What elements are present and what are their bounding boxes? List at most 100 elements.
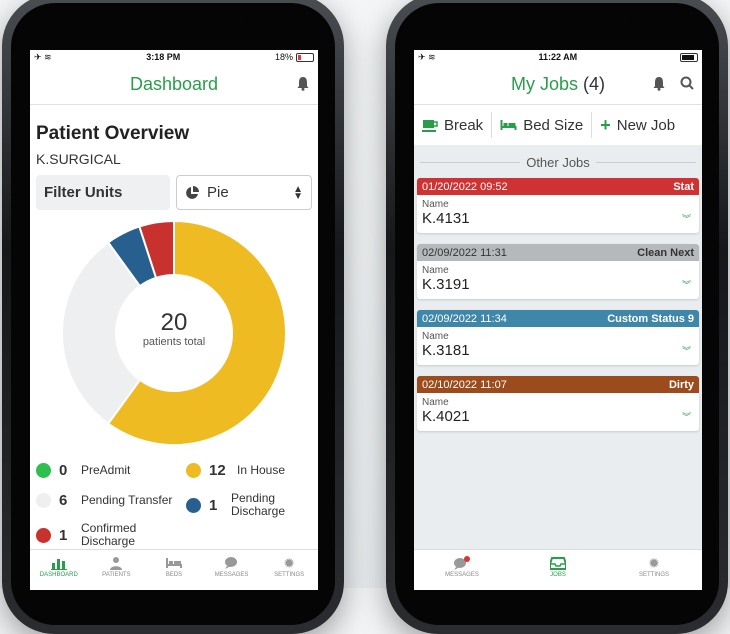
- chart-legend: 0 PreAdmit 12 In House 6 Pending Transfe…: [36, 462, 316, 552]
- break-label: Break: [444, 116, 484, 134]
- break-button[interactable]: Break: [414, 105, 491, 145]
- job-name: K.3181: [422, 342, 470, 359]
- job-card-header: 02/10/2022 11:07 Dirty: [417, 376, 699, 393]
- plus-icon: +: [600, 114, 611, 135]
- tab-label: PATIENTS: [102, 572, 131, 578]
- person-icon: [110, 554, 123, 572]
- job-name-label: Name: [422, 331, 449, 342]
- job-name: K.4021: [422, 408, 470, 425]
- battery-icon: [680, 52, 698, 62]
- job-date: 02/09/2022 11:31: [422, 246, 507, 259]
- section-divider: [595, 162, 696, 163]
- tab-label: DASHBOARD: [39, 572, 78, 578]
- chat-bubbles-icon: [453, 554, 471, 572]
- nav-bar: Dashboard: [30, 64, 318, 105]
- legend-confirmed-discharge: 1 Confirmed Discharge: [36, 522, 186, 548]
- search-icon[interactable]: [680, 76, 694, 91]
- legend-dot: [36, 527, 51, 543]
- chart-type-value: Pie: [207, 184, 229, 201]
- chart-type-select[interactable]: Pie ▲ ▼: [176, 175, 312, 210]
- job-card-header: 01/20/2022 09:52 Stat: [417, 178, 699, 195]
- tab-beds[interactable]: BEDS: [146, 550, 202, 590]
- tab-label: SETTINGS: [638, 572, 669, 578]
- job-card[interactable]: 02/10/2022 11:07 Dirty Name K.4021 ︾: [417, 376, 699, 431]
- legend-pending-discharge: 1 Pending Discharge: [186, 492, 316, 518]
- overview-heading: Patient Overview: [36, 123, 190, 144]
- chevron-down-icon[interactable]: ︾: [682, 410, 691, 423]
- legend-count: 0: [59, 462, 68, 479]
- pie-chart-icon: [186, 185, 199, 199]
- signal-wifi-icon: ✈︎ ≋: [34, 51, 52, 62]
- legend-dot: [186, 463, 201, 478]
- job-status: Dirty: [668, 378, 694, 391]
- tab-label: JOBS: [550, 572, 566, 578]
- chevron-down-icon[interactable]: ︾: [682, 278, 691, 291]
- job-card-body: Name K.3181 ︾: [417, 327, 699, 365]
- tab-label: MESSAGES: [445, 572, 479, 578]
- legend-label-line: Discharge: [81, 534, 136, 548]
- filter-units-button[interactable]: Filter Units: [36, 175, 170, 210]
- status-time: 11:22 AM: [538, 52, 578, 62]
- battery-percent: 18%: [274, 52, 293, 62]
- legend-dot: [186, 497, 201, 513]
- battery-indicator: [680, 52, 698, 62]
- left-phone-frame: ✈︎ ≋ 3:18 PM 18% Dashboard Patient Overv…: [2, 0, 344, 634]
- job-status: Stat: [673, 180, 694, 193]
- legend-dot: [36, 463, 51, 478]
- page-title: My Jobs (4): [511, 74, 605, 95]
- status-bar: ✈︎ ≋ 3:18 PM 18%: [30, 50, 318, 64]
- job-count: (4): [583, 73, 606, 94]
- legend-label: PreAdmit: [81, 463, 131, 477]
- job-name: K.4131: [422, 210, 470, 227]
- legend-label: Confirmed Discharge: [81, 522, 136, 548]
- legend-label-line: Discharge: [231, 504, 286, 518]
- section-header: Other Jobs: [414, 145, 702, 178]
- legend-in-house: 12 In House: [186, 462, 316, 479]
- job-card[interactable]: 02/09/2022 11:31 Clean Next Name K.3191 …: [417, 244, 699, 299]
- chevron-down-icon[interactable]: ︾: [682, 212, 691, 225]
- job-card[interactable]: 01/20/2022 09:52 Stat Name K.4131 ︾: [417, 178, 699, 233]
- job-card-body: Name K.3191 ︾: [417, 261, 699, 299]
- tab-patients[interactable]: PATIENTS: [88, 550, 144, 590]
- new-job-button[interactable]: + New Job: [592, 105, 683, 145]
- chevron-down-icon[interactable]: ︾: [682, 344, 691, 357]
- bed-size-button[interactable]: Bed Size: [492, 105, 591, 145]
- section-divider: [420, 162, 521, 163]
- job-date: 01/20/2022 09:52: [422, 180, 508, 193]
- tab-messages[interactable]: MESSAGES: [204, 550, 260, 590]
- gear-icon: ✹: [648, 554, 660, 571]
- legend-dot: [36, 493, 51, 508]
- tab-label: SETTINGS: [274, 572, 305, 578]
- tab-dashboard[interactable]: DASHBOARD: [31, 550, 87, 590]
- unit-name: K.SURGICAL: [36, 151, 121, 167]
- job-card-body: Name K.4131 ︾: [417, 195, 699, 233]
- tab-messages[interactable]: MESSAGES: [434, 550, 490, 590]
- bell-icon[interactable]: [296, 76, 310, 91]
- tab-settings[interactable]: ✹ SETTINGS: [261, 550, 317, 590]
- bell-icon[interactable]: [652, 76, 666, 91]
- jobs-list: Other Jobs 01/20/2022 09:52 Stat Name K.…: [414, 145, 702, 550]
- job-card-header: 02/09/2022 11:34 Custom Status 9: [417, 310, 699, 327]
- nav-bar: My Jobs (4): [414, 64, 702, 105]
- tab-settings[interactable]: ✹ SETTINGS: [626, 550, 682, 590]
- legend-label: Pending Transfer: [81, 493, 173, 507]
- legend-label: Pending Discharge: [231, 492, 285, 518]
- job-name-label: Name: [422, 265, 449, 276]
- new-job-label: New Job: [616, 116, 676, 134]
- total-label: patients total: [143, 336, 205, 348]
- legend-count: 12: [209, 462, 226, 479]
- my-jobs-screen: ✈︎ ≋ 11:22 AM My Jobs (4) Break Bed Size: [414, 50, 702, 590]
- job-card-header: 02/09/2022 11:31 Clean Next: [417, 244, 699, 261]
- legend-label-line: Confirmed: [81, 521, 137, 535]
- legend-pending-transfer: 6 Pending Transfer: [36, 492, 186, 509]
- tab-bar: MESSAGES JOBS ✹ SETTINGS: [414, 549, 702, 590]
- page-title: Dashboard: [129, 73, 219, 94]
- status-time: 3:18 PM: [146, 52, 181, 62]
- battery-indicator: 18%: [275, 52, 314, 62]
- tab-bar: DASHBOARD PATIENTS BEDS MESSAGES ✹ SETTI…: [30, 549, 318, 590]
- job-card[interactable]: 02/09/2022 11:34 Custom Status 9 Name K.…: [417, 310, 699, 365]
- job-name: K.3191: [422, 276, 470, 293]
- tab-jobs[interactable]: JOBS: [530, 550, 586, 590]
- right-phone-frame: ✈︎ ≋ 11:22 AM My Jobs (4) Break Bed Size: [386, 0, 728, 634]
- coffee-cup-icon: [422, 119, 438, 132]
